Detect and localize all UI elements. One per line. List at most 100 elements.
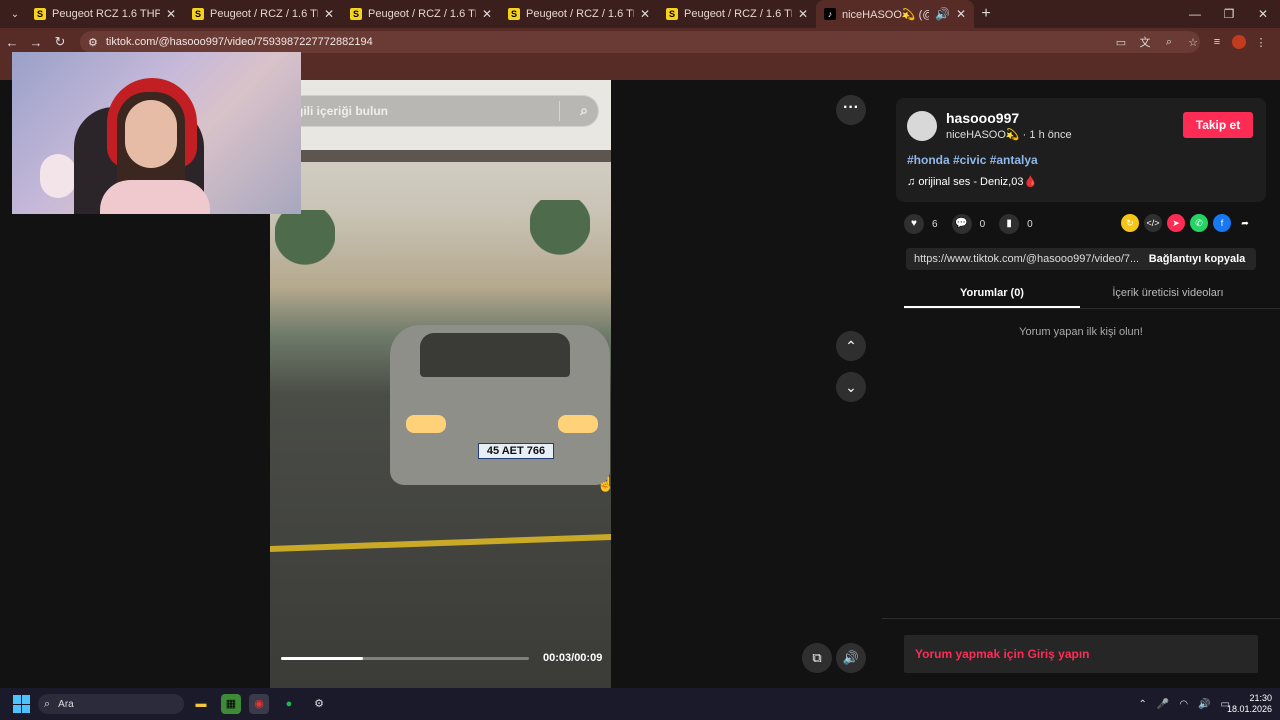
empty-comments-message: Yorum yapan ilk kişi olun! (1019, 326, 1143, 338)
save-stat[interactable]: ▮ 0 (999, 214, 1033, 234)
video-player[interactable]: 45 AET 766 00:03/00:09 ☝ (270, 80, 611, 688)
search-input[interactable]: gili içeriği bulun ⌕ (285, 95, 599, 127)
close-icon[interactable]: ✕ (324, 7, 334, 21)
tab-favicon: S (508, 8, 520, 20)
login-to-comment-button[interactable]: Yorum yapmak için Giriş yapın (904, 635, 1258, 673)
tiktok-icon: ♪ (824, 8, 836, 20)
video-time: 00:03/00:09 (543, 652, 603, 664)
repost-icon[interactable]: ↻ (1121, 214, 1139, 232)
profile-avatar[interactable] (1232, 35, 1246, 49)
wifi-icon[interactable]: ◠ (1179, 699, 1188, 710)
browser-tab[interactable]: S Peugeot RCZ 1.6 THP Yearling Ma ✕ (26, 0, 184, 28)
chevron-up-icon[interactable]: ⌃ (1139, 699, 1147, 710)
close-icon[interactable]: ✕ (956, 7, 966, 21)
reload-icon[interactable]: ↻ (48, 34, 72, 50)
browser-tab[interactable]: S Peugeot / RCZ / 1.6 THP / Yearl ✕ (500, 0, 658, 28)
music-note-icon: ♫ (907, 176, 916, 188)
address-bar[interactable]: ⚙ tiktok.com/@hasooo997/video/7593987227… (80, 31, 1200, 53)
comment-stat[interactable]: 💬 0 (951, 214, 985, 234)
music-row[interactable]: ♫ orijinal ses - Deniz,03🩸 (907, 175, 1037, 188)
tab-title: Peugeot / RCZ / 1.6 THP / Yearl (526, 8, 634, 20)
search-icon: ⌕ (44, 697, 51, 710)
volume-button[interactable]: 🔊 (836, 643, 866, 673)
post-info-card: hasooo997 niceHASOO💫 · 1 h önce Takip et… (896, 98, 1266, 202)
panel-divider (882, 618, 1280, 619)
search-icon[interactable]: ⌕ (580, 102, 588, 119)
volume-icon[interactable]: 🔊 (1198, 699, 1210, 710)
close-icon[interactable]: ✕ (798, 7, 808, 21)
more-options-button[interactable]: ··· (836, 95, 866, 125)
tab-title: Peugeot / RCZ / 1.6 THP / Yearl (368, 8, 476, 20)
close-window-button[interactable]: ✕ (1246, 0, 1280, 28)
restore-button[interactable]: ❐ (1212, 0, 1246, 28)
tab-favicon: S (350, 8, 362, 20)
webcam-face (125, 100, 177, 168)
username[interactable]: hasooo997 (946, 110, 1019, 126)
send-icon[interactable]: ➤ (1167, 214, 1185, 232)
back-icon[interactable]: ← (0, 35, 24, 50)
whatsapp-icon[interactable]: ✆ (1190, 214, 1208, 232)
tab-favicon: S (192, 8, 204, 20)
bookmark-icon[interactable]: ▮ (999, 214, 1020, 234)
forward-icon[interactable]: → (24, 35, 48, 50)
close-icon[interactable]: ✕ (482, 7, 492, 21)
media-icon[interactable]: ≡ (1208, 36, 1226, 48)
file-explorer-icon[interactable]: ▬ (191, 694, 211, 714)
url-text: tiktok.com/@hasooo997/video/759398722777… (105, 36, 373, 48)
next-video-button[interactable]: ⌄ (836, 372, 866, 402)
cast-icon[interactable]: ▭ (1112, 36, 1130, 49)
spotify-icon[interactable]: ● (279, 694, 299, 714)
new-tab-button[interactable]: + (974, 5, 998, 23)
system-tray: ⌃ 🎤 ◠ 🔊 ▭ (1139, 688, 1230, 720)
post-subtitle: niceHASOO💫 · 1 h önce (946, 128, 1072, 141)
browser-tab[interactable]: S Peugeot / RCZ / 1.6 THP / Yearl ✕ (342, 0, 500, 28)
microphone-icon[interactable]: 🎤 (1157, 699, 1169, 710)
speaker-icon[interactable]: 🔊 (935, 7, 950, 21)
translate-icon[interactable]: 文 (1136, 34, 1154, 50)
hashtags[interactable]: #honda #civic #antalya (907, 153, 1038, 167)
video-scene-car: 45 AET 766 (390, 325, 610, 485)
clock-time: 21:30 (1249, 693, 1272, 703)
search-placeholder: gili içeriği bulun (296, 104, 389, 118)
follow-button[interactable]: Takip et (1183, 112, 1253, 138)
zoom-icon[interactable]: ⌕ (1160, 36, 1178, 49)
search-divider (559, 101, 560, 121)
close-icon[interactable]: ✕ (640, 7, 650, 21)
tab-comments[interactable]: Yorumlar (0) (904, 279, 1080, 308)
system-clock[interactable]: 21:30 18.01.2026 (1227, 693, 1272, 715)
video-progress-bar[interactable] (281, 657, 529, 660)
float-player-button[interactable]: ⧉ (802, 643, 832, 673)
heart-icon[interactable]: ♥ (904, 214, 924, 234)
site-info-icon[interactable]: ⚙ (88, 36, 98, 49)
comment-icon[interactable]: 💬 (951, 214, 972, 234)
close-icon[interactable]: ✕ (166, 7, 176, 21)
browser-tab-active[interactable]: ♪ niceHASOO💫 (@hasooo99 🔊 ✕ (816, 0, 974, 28)
tab-search-button[interactable]: ⌄ (4, 4, 26, 24)
taskbar-search[interactable]: ⌕ Ara (38, 694, 184, 714)
posted-time: · 1 h önce (1022, 129, 1072, 141)
avatar[interactable] (907, 111, 937, 141)
steam-icon[interactable]: ⚙ (309, 694, 329, 714)
car-headlight (406, 415, 446, 433)
browser-tab[interactable]: S Peugeot / RCZ / 1.6 THP / Yearl ✕ (184, 0, 342, 28)
copy-link-button[interactable]: Bağlantıyı kopyala (1138, 253, 1256, 265)
taskbar-search-label: Ara (58, 698, 74, 710)
display-name: niceHASOO💫 (946, 129, 1020, 141)
minimize-button[interactable]: — (1178, 0, 1212, 28)
chrome-icon[interactable]: ◉ (249, 694, 269, 714)
star-icon[interactable]: ☆ (1184, 36, 1202, 49)
menu-icon[interactable]: ⋮ (1252, 36, 1270, 49)
like-count: 6 (932, 218, 938, 230)
previous-video-button[interactable]: ⌃ (836, 331, 866, 361)
like-stat[interactable]: ♥ 6 (904, 214, 938, 234)
tab-creator-videos[interactable]: İçerik üreticisi videoları (1080, 279, 1256, 308)
share-arrow-icon[interactable]: ➦ (1236, 214, 1254, 232)
tab-favicon: S (666, 8, 678, 20)
minecraft-icon[interactable]: ▦ (221, 694, 241, 714)
windows-start-icon[interactable] (13, 695, 31, 713)
share-url[interactable]: https://www.tiktok.com/@hasooo997/video/… (906, 253, 1138, 265)
webcam-plush-toy (40, 154, 76, 198)
browser-tab[interactable]: S Peugeot / RCZ / 1.6 THP / Yearl ✕ (658, 0, 816, 28)
facebook-icon[interactable]: f (1213, 214, 1231, 232)
embed-icon[interactable]: </> (1144, 214, 1162, 232)
